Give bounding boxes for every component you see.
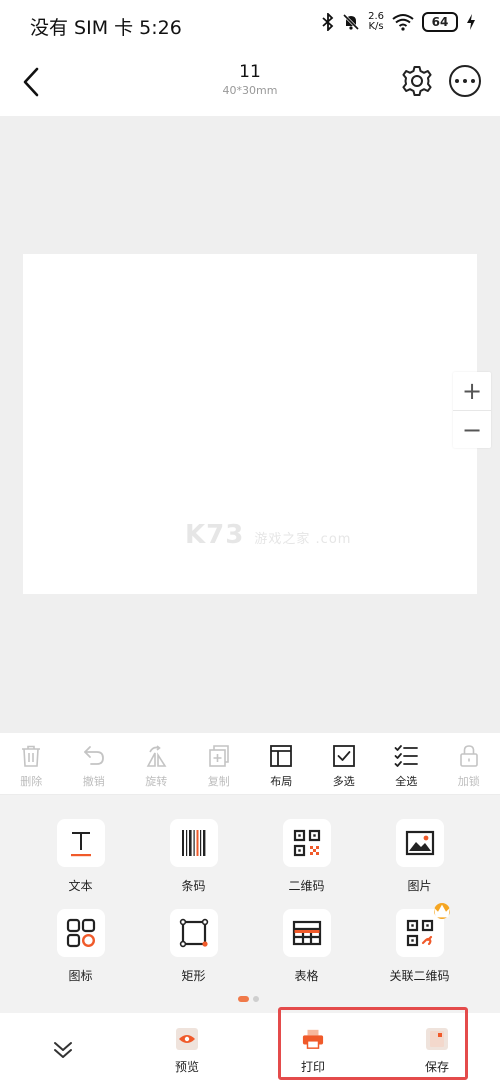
collapse-button[interactable] bbox=[48, 1035, 78, 1065]
copy-button[interactable]: 复制 bbox=[188, 733, 251, 794]
watermark-small: 游戏之家 .com bbox=[254, 532, 352, 547]
page-dot bbox=[253, 996, 259, 1002]
more-icon-dot bbox=[463, 79, 467, 83]
back-arrow-icon bbox=[23, 67, 39, 97]
undo-label: 撤销 bbox=[82, 775, 105, 788]
status-carrier-time: 没有 SIM 卡 5:26 bbox=[30, 17, 182, 39]
undo-icon bbox=[83, 746, 104, 765]
mute-icon bbox=[342, 13, 360, 31]
copy-label: 复制 bbox=[207, 775, 230, 788]
crown-icon bbox=[433, 903, 450, 919]
page-indicator bbox=[238, 996, 259, 1002]
more-icon bbox=[455, 79, 459, 83]
table-icon bbox=[282, 909, 331, 957]
add-rectangle-label: 矩形 bbox=[181, 969, 206, 983]
add-barcode-label: 条码 bbox=[181, 879, 206, 893]
net-speed-unit: K/s bbox=[368, 21, 384, 32]
chevron-double-down-icon bbox=[54, 1042, 72, 1058]
label-canvas[interactable]: K73 游戏之家 .com bbox=[23, 254, 477, 594]
barcode-icon bbox=[169, 819, 218, 867]
image-icon bbox=[395, 819, 444, 867]
multi-select-label: 多选 bbox=[332, 775, 355, 788]
canvas-area[interactable]: K73 游戏之家 .com + − bbox=[0, 116, 500, 733]
layout-label: 布局 bbox=[270, 775, 293, 788]
add-table-button[interactable]: 表格 bbox=[250, 909, 363, 999]
rotate-label: 旋转 bbox=[145, 775, 168, 788]
rectangle-icon bbox=[169, 909, 218, 957]
add-rectangle-button[interactable]: 矩形 bbox=[137, 909, 250, 999]
highlight-box bbox=[278, 1007, 468, 1080]
add-linked-qrcode-button[interactable]: 关联二维码 bbox=[363, 903, 476, 999]
copy-icon bbox=[208, 745, 229, 767]
add-linked-qrcode-label: 关联二维码 bbox=[389, 969, 450, 983]
rotate-icon bbox=[146, 745, 167, 767]
add-icon-label: 图标 bbox=[68, 969, 93, 983]
add-text-label: 文本 bbox=[68, 879, 93, 893]
select-all-icon bbox=[394, 745, 419, 767]
edit-toolbar: 删除 撤销 旋转 复制 布局 多选 全选 加锁 bbox=[0, 733, 500, 795]
net-speed: 2.6 K/s bbox=[368, 12, 384, 32]
element-grid: 文本 条码 二维码 图片 图标 矩形 表格 关联二维码 bbox=[0, 819, 500, 999]
linked-qrcode-icon bbox=[395, 903, 450, 957]
zoom-out-button[interactable]: − bbox=[453, 410, 491, 448]
multi-select-button[interactable]: 多选 bbox=[313, 733, 376, 794]
status-icons: 2.6 K/s 64 bbox=[322, 12, 476, 32]
more-button[interactable] bbox=[449, 65, 481, 97]
zoom-control: + − bbox=[453, 372, 491, 448]
status-bar: 没有 SIM 卡 5:26 2.6 K/s 64 bbox=[0, 0, 500, 50]
layout-button[interactable]: 布局 bbox=[250, 733, 313, 794]
add-qrcode-label: 二维码 bbox=[288, 879, 325, 893]
select-all-label: 全选 bbox=[395, 775, 418, 788]
title-block: 11 40*30mm bbox=[150, 62, 350, 97]
app-header: 11 40*30mm bbox=[0, 50, 500, 116]
rotate-button[interactable]: 旋转 bbox=[125, 733, 188, 794]
select-all-button[interactable]: 全选 bbox=[375, 733, 438, 794]
watermark-logo: K73 游戏之家 .com bbox=[185, 520, 351, 550]
add-table-label: 表格 bbox=[294, 969, 319, 983]
battery-icon: 64 bbox=[422, 12, 458, 32]
add-image-button[interactable]: 图片 bbox=[363, 819, 476, 909]
charging-icon bbox=[466, 13, 476, 31]
preview-button[interactable]: 预览 bbox=[157, 1028, 217, 1075]
eye-icon bbox=[176, 1028, 198, 1050]
lock-icon bbox=[459, 745, 478, 767]
undo-button[interactable]: 撤销 bbox=[63, 733, 126, 794]
add-barcode-button[interactable]: 条码 bbox=[137, 819, 250, 909]
back-button[interactable] bbox=[18, 64, 48, 100]
wifi-icon bbox=[392, 13, 414, 31]
delete-label: 删除 bbox=[20, 775, 43, 788]
gear-icon bbox=[402, 66, 432, 96]
lock-button[interactable]: 加锁 bbox=[438, 733, 500, 794]
preview-label: 预览 bbox=[174, 1060, 199, 1074]
add-icon-button[interactable]: 图标 bbox=[24, 909, 137, 999]
add-qrcode-button[interactable]: 二维码 bbox=[250, 819, 363, 909]
delete-button[interactable]: 删除 bbox=[0, 733, 63, 794]
multi-select-icon bbox=[332, 745, 355, 767]
zoom-in-button[interactable]: + bbox=[453, 372, 491, 410]
settings-button[interactable] bbox=[400, 64, 434, 98]
watermark-main: K73 bbox=[185, 520, 245, 550]
qrcode-icon bbox=[282, 819, 331, 867]
add-image-label: 图片 bbox=[407, 879, 432, 893]
trash-icon bbox=[22, 745, 41, 767]
add-text-button[interactable]: 文本 bbox=[24, 819, 137, 909]
text-icon bbox=[56, 819, 105, 867]
element-panel: 文本 条码 二维码 图片 图标 矩形 表格 关联二维码 bbox=[0, 795, 500, 1013]
more-icon-dot bbox=[471, 79, 475, 83]
page-title: 11 bbox=[239, 62, 261, 82]
page-dot-active bbox=[238, 996, 249, 1002]
label-size: 40*30mm bbox=[222, 84, 278, 97]
layout-icon bbox=[270, 745, 293, 767]
battery-level: 64 bbox=[431, 15, 449, 29]
lock-label: 加锁 bbox=[457, 775, 480, 788]
icon-library-icon bbox=[56, 909, 105, 957]
bluetooth-icon bbox=[322, 13, 334, 31]
